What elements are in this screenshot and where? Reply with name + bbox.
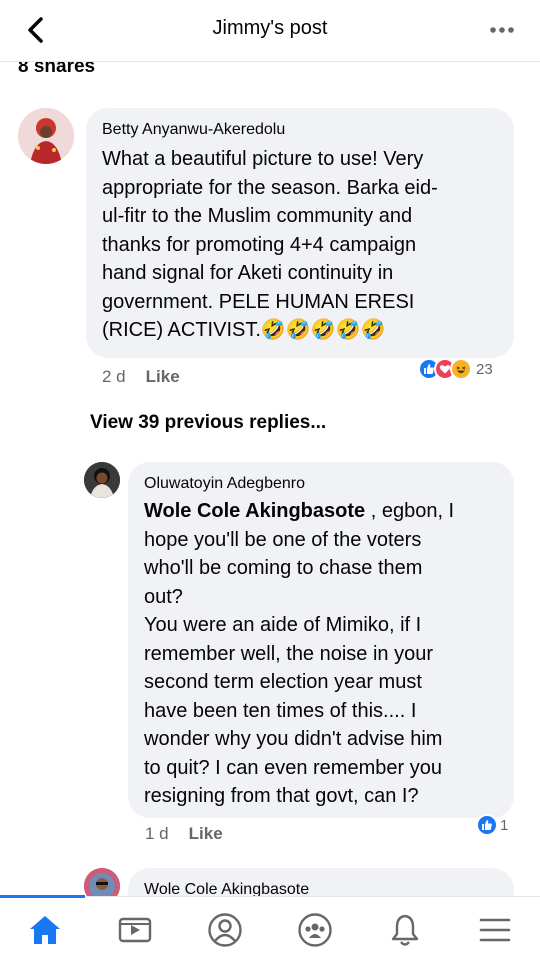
reply-line: wonder why you didn't advise him [144, 728, 443, 750]
bottom-tab-bar [0, 895, 540, 960]
comment-line: thanks for promoting 4+4 campaign [102, 233, 417, 256]
comment-line: government. PELE HUMAN ERESI [102, 290, 415, 313]
tab-home[interactable] [20, 907, 70, 953]
mention-link[interactable]: Wole Cole Akingbasote [144, 500, 365, 522]
page-title: Jimmy's post [212, 17, 328, 39]
tab-notifications[interactable] [380, 907, 430, 953]
like-button[interactable]: Like [189, 824, 223, 844]
reaction-count: 23 [476, 360, 493, 378]
comment-actions: 2 d Like [102, 367, 180, 387]
haha-reaction-icon [450, 358, 472, 380]
active-tab-indicator [0, 895, 85, 898]
comment-line: appropriate for the season. Barka eid- [102, 176, 438, 199]
notifications-icon [391, 914, 419, 946]
avatar-image [18, 108, 74, 164]
reply-actions: 1 d Like [145, 824, 223, 844]
reply-author[interactable]: Oluwatoyin Adegbenro [144, 475, 305, 493]
reply-line-rest: , egbon, I [365, 500, 455, 522]
like-button[interactable]: Like [146, 367, 180, 387]
reply-bubble[interactable]: Oluwatoyin Adegbenro Wole Cole Akingbaso… [128, 462, 514, 818]
reply-text: Wole Cole Akingbasote , egbon, I hope yo… [144, 497, 510, 811]
more-horizontal-icon [490, 27, 514, 33]
header-bar: Jimmy's post [0, 0, 540, 62]
reply-line: out? [144, 585, 183, 608]
reply-line: resigning from that govt, can I? [144, 785, 419, 807]
home-icon [30, 916, 60, 944]
profile-icon [208, 913, 242, 947]
reaction-count: 1 [500, 816, 509, 834]
comment-line: hand signal for Aketi continuity in [102, 262, 394, 284]
tab-watch[interactable] [110, 907, 160, 953]
menu-icon [479, 918, 511, 942]
reaction-summary[interactable]: 23 [418, 358, 493, 380]
like-reaction-icon [476, 814, 498, 836]
view-previous-replies-link[interactable]: View 39 previous replies... [90, 412, 326, 434]
reply-line: to quit? I can even remember you [144, 756, 442, 779]
tab-groups[interactable] [290, 907, 340, 953]
comment-bubble[interactable]: Betty Anyanwu-Akeredolu What a beautiful… [86, 108, 514, 358]
reply-line: You were an aide of Mimiko, if I [144, 614, 422, 636]
avatar[interactable] [18, 108, 74, 164]
avatar-image [84, 462, 120, 498]
reply-timestamp[interactable]: 1 d [145, 824, 169, 844]
reply-line: hope you'll be one of the voters [144, 528, 422, 551]
comment-line: (RICE) ACTIVIST.🤣🤣🤣🤣🤣 [102, 319, 386, 341]
reply-line: who'll be coming to chase them [144, 557, 423, 579]
reaction-summary[interactable]: 1 [476, 814, 508, 836]
reply-line: have been ten times of this.... I [144, 699, 417, 722]
reply-line: second term election year must [144, 671, 422, 693]
comment-timestamp[interactable]: 2 d [102, 367, 126, 387]
video-icon [118, 917, 152, 943]
tab-menu[interactable] [470, 907, 520, 953]
comment-line: ul-fitr to the Muslim community and [102, 205, 413, 227]
reply-first-line: Wole Cole Akingbasote , egbon, I [144, 497, 510, 526]
comment-line: What a beautiful picture to use! Very [102, 148, 424, 170]
reply-line: remember well, the noise in your [144, 642, 434, 665]
more-options-button[interactable] [486, 18, 518, 42]
avatar[interactable] [84, 462, 120, 498]
comment-author[interactable]: Betty Anyanwu-Akeredolu [102, 121, 285, 139]
comment-text: What a beautiful picture to use! Very ap… [102, 145, 512, 345]
groups-icon [298, 913, 332, 947]
tab-profile[interactable] [200, 907, 250, 953]
